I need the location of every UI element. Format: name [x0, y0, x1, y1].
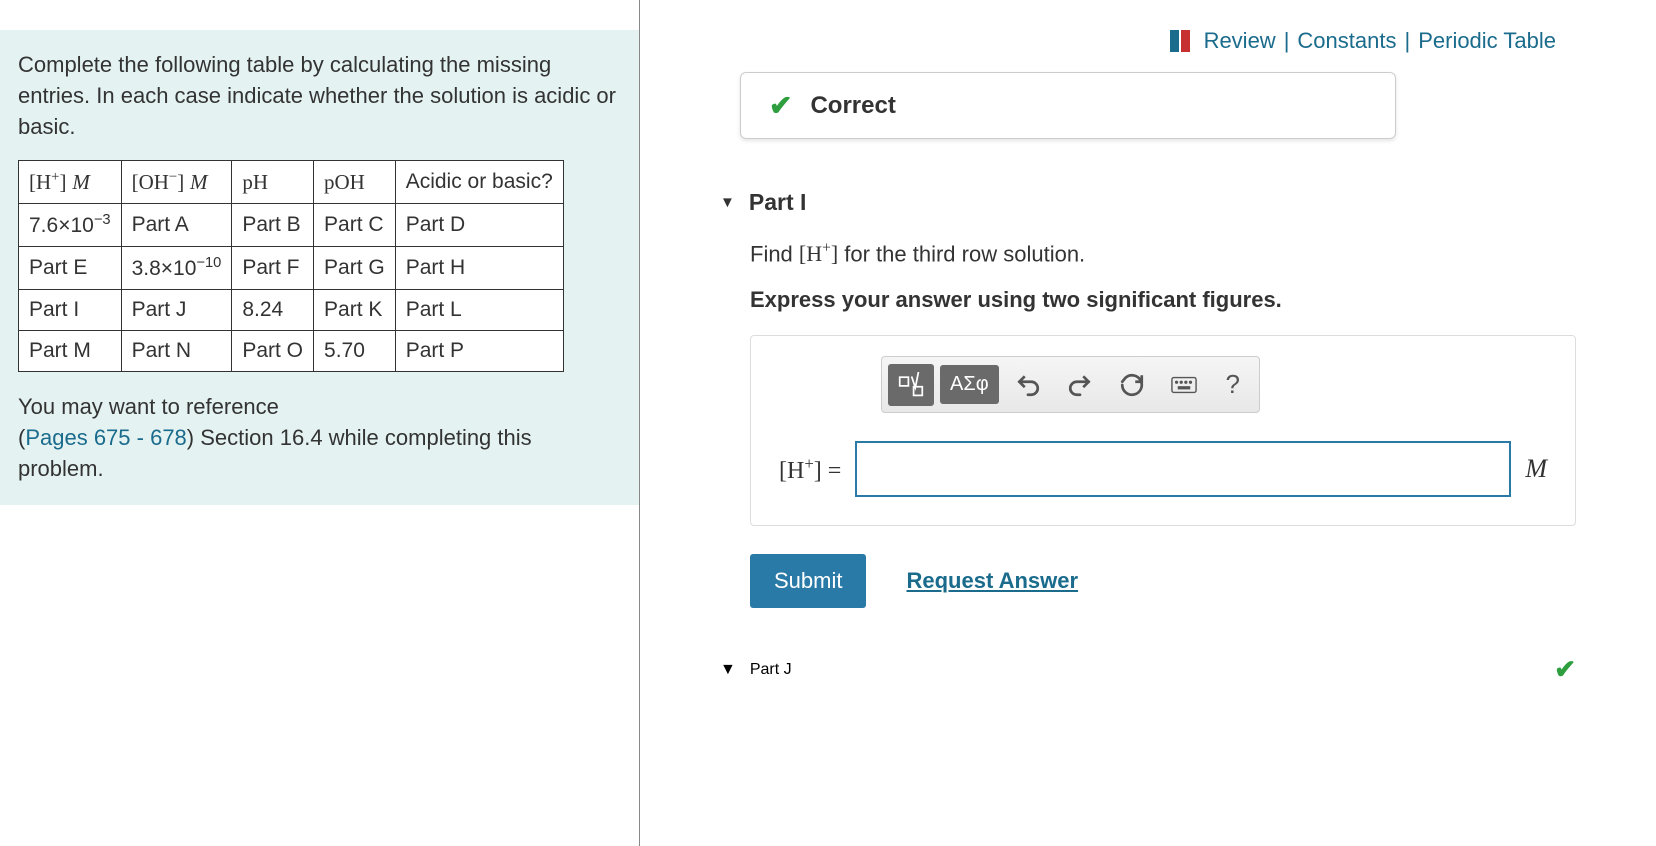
- cell: Part M: [19, 331, 122, 372]
- col-oh-minus: [OH−] M: [121, 161, 232, 204]
- reference-text: You may want to reference (Pages 675 - 6…: [18, 392, 621, 484]
- request-answer-link[interactable]: Request Answer: [906, 568, 1078, 594]
- col-acidic: Acidic or basic?: [395, 161, 563, 204]
- part-j-row: ▼ Part J ✔: [720, 654, 1576, 685]
- cell: 7.6×10−3: [19, 204, 122, 247]
- part-j-title: Part J: [750, 661, 792, 679]
- separator: |: [1284, 28, 1290, 54]
- greek-tool[interactable]: ΑΣφ: [940, 365, 999, 404]
- equation-toolbar: ΑΣφ ?: [881, 356, 1260, 413]
- template-tool[interactable]: [888, 364, 934, 406]
- cell: Part P: [395, 331, 563, 372]
- problem-box: Complete the following table by calculat…: [0, 30, 639, 505]
- answer-label: [H+] =: [779, 454, 841, 485]
- help-tool[interactable]: ?: [1213, 363, 1253, 406]
- part-i-body: Find [H+] for the third row solution. Ex…: [750, 240, 1576, 526]
- question-post: for the third row solution.: [838, 241, 1085, 266]
- answer-panel: Review | Constants | Periodic Table ✔ Co…: [640, 0, 1656, 846]
- constants-link[interactable]: Constants: [1297, 28, 1396, 54]
- col-ph: pH: [232, 161, 314, 204]
- cell: Part N: [121, 331, 232, 372]
- answer-area: ΑΣφ ? [H+] = M: [750, 335, 1576, 526]
- submit-button[interactable]: Submit: [750, 554, 866, 608]
- part-j-header[interactable]: ▼ Part J: [720, 661, 792, 679]
- part-i-header[interactable]: ▼ Part I: [720, 189, 1616, 216]
- data-table: [H+] M [OH−] M pH pOH Acidic or basic? 7…: [18, 160, 564, 372]
- table-row: Part I Part J 8.24 Part K Part L: [19, 290, 564, 331]
- cell: 3.8×10−10: [121, 247, 232, 290]
- cell: Part E: [19, 247, 122, 290]
- reference-pre: You may want to reference: [18, 394, 279, 419]
- correct-text: Correct: [810, 92, 895, 120]
- cell: Part B: [232, 204, 314, 247]
- cell: Part F: [232, 247, 314, 290]
- question-text: Find [H+] for the third row solution.: [750, 240, 1576, 267]
- cell: Part L: [395, 290, 563, 331]
- col-h-plus: [H+] M: [19, 161, 122, 204]
- cell: Part G: [314, 247, 396, 290]
- answer-row: [H+] = M: [779, 441, 1547, 497]
- cell: Part D: [395, 204, 563, 247]
- book-icon: [1170, 30, 1190, 52]
- cell: 5.70: [314, 331, 396, 372]
- submit-row: Submit Request Answer: [750, 554, 1616, 608]
- table-row: Part M Part N Part O 5.70 Part P: [19, 331, 564, 372]
- undo-tool[interactable]: [1005, 366, 1051, 404]
- cell: Part I: [19, 290, 122, 331]
- cell: Part O: [232, 331, 314, 372]
- separator: |: [1404, 28, 1410, 54]
- cell: Part A: [121, 204, 232, 247]
- check-icon: ✔: [769, 89, 792, 122]
- chevron-down-icon: ▼: [720, 194, 735, 211]
- cell: 8.24: [232, 290, 314, 331]
- keyboard-tool[interactable]: [1161, 366, 1207, 404]
- reset-tool[interactable]: [1109, 366, 1155, 404]
- cell: Part J: [121, 290, 232, 331]
- part-i-title: Part I: [749, 189, 807, 216]
- problem-intro: Complete the following table by calculat…: [18, 50, 621, 142]
- table-row: Part E 3.8×10−10 Part F Part G Part H: [19, 247, 564, 290]
- periodic-table-link[interactable]: Periodic Table: [1418, 28, 1556, 54]
- table-header-row: [H+] M [OH−] M pH pOH Acidic or basic?: [19, 161, 564, 204]
- col-poh: pOH: [314, 161, 396, 204]
- problem-panel: Complete the following table by calculat…: [0, 0, 640, 846]
- cell: Part H: [395, 247, 563, 290]
- answer-input[interactable]: [855, 441, 1511, 497]
- reference-link[interactable]: Pages 675 - 678: [25, 425, 186, 450]
- review-link[interactable]: Review: [1204, 28, 1276, 54]
- redo-tool[interactable]: [1057, 366, 1103, 404]
- instruction-text: Express your answer using two significan…: [750, 287, 1576, 313]
- top-links: Review | Constants | Periodic Table: [680, 0, 1616, 72]
- unit-label: M: [1525, 454, 1547, 484]
- cell: Part C: [314, 204, 396, 247]
- chevron-down-icon: ▼: [720, 661, 736, 679]
- check-icon: ✔: [1554, 654, 1576, 685]
- cell: Part K: [314, 290, 396, 331]
- table-row: 7.6×10−3 Part A Part B Part C Part D: [19, 204, 564, 247]
- question-pre: Find: [750, 241, 799, 266]
- feedback-correct: ✔ Correct: [740, 72, 1396, 139]
